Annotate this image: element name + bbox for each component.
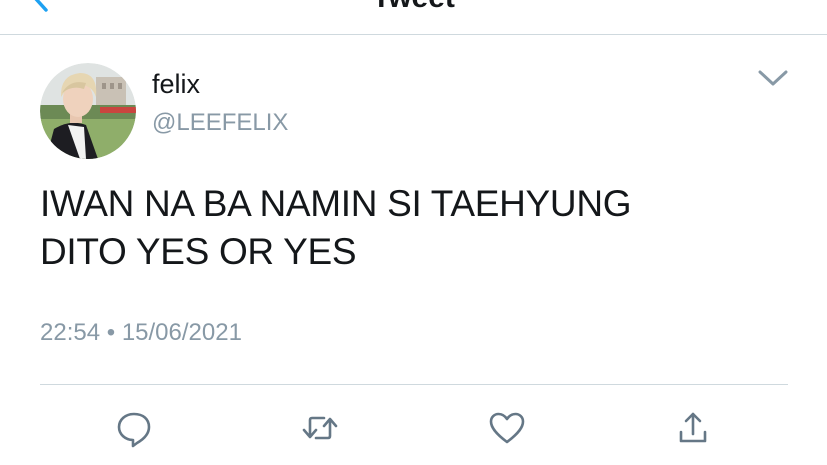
share-icon[interactable]: [673, 408, 713, 448]
tweet-date: 15/06/2021: [121, 319, 242, 346]
tweet-text: IWAN NA BA NAMIN SI TAEHYUNG DITO YES OR…: [40, 180, 800, 276]
page-title: Tweet: [0, 0, 827, 16]
top-bar: Tweet: [0, 0, 827, 35]
tweet-text-line: IWAN NA BA NAMIN SI TAEHYUNG: [40, 183, 632, 224]
avatar[interactable]: [40, 63, 136, 159]
retweet-icon[interactable]: [300, 408, 340, 448]
meta-separator: •: [106, 319, 116, 346]
divider: [40, 384, 788, 385]
reply-icon[interactable]: [114, 408, 154, 448]
chevron-down-icon[interactable]: [756, 66, 790, 90]
tweet-text-line: DITO YES OR YES: [40, 231, 357, 272]
profile-photo-icon: [40, 63, 136, 159]
tweet-timestamp: 22:54 • 15/06/2021: [40, 318, 242, 348]
author-handle[interactable]: @LEEFELIX: [152, 108, 288, 138]
author-display-name[interactable]: felix: [152, 68, 200, 100]
heart-icon[interactable]: [487, 408, 527, 448]
tweet-time: 22:54: [40, 319, 101, 346]
